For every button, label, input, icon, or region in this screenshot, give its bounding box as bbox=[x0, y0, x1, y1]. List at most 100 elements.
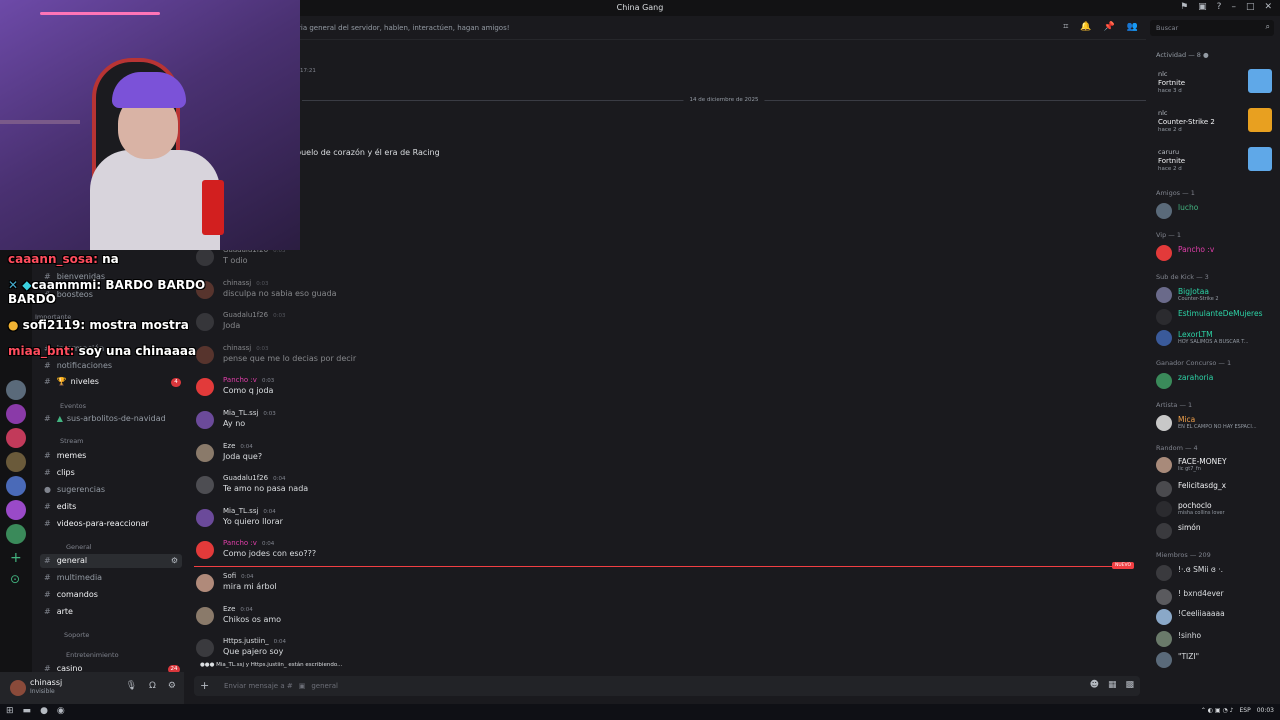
avatar[interactable] bbox=[1156, 245, 1172, 261]
avatar[interactable] bbox=[1156, 481, 1172, 497]
server-icon[interactable] bbox=[6, 380, 26, 400]
gear-icon[interactable]: ⚙ bbox=[168, 681, 176, 691]
bell-icon[interactable]: 🔔 bbox=[1080, 22, 1091, 32]
avatar[interactable] bbox=[1156, 415, 1172, 431]
message-item[interactable]: Guadalu1f26 0:03 T odio bbox=[194, 246, 1094, 276]
windows-icon[interactable]: ⊞ bbox=[6, 706, 14, 716]
avatar[interactable] bbox=[1156, 309, 1172, 325]
avatar[interactable] bbox=[1156, 330, 1172, 346]
avatar[interactable] bbox=[1156, 287, 1172, 303]
member-item[interactable]: EstimulanteDeMujeres bbox=[1154, 308, 1274, 326]
server-icon[interactable] bbox=[6, 452, 26, 472]
message-author[interactable]: Https.justiin_ 0:04 bbox=[223, 637, 286, 645]
avatar[interactable] bbox=[196, 508, 214, 527]
avatar[interactable] bbox=[1156, 652, 1172, 668]
server-icon[interactable] bbox=[6, 524, 26, 544]
search-input[interactable]: Buscar ⌕ bbox=[1150, 20, 1274, 36]
member-item[interactable]: LexorLTM HOY SALIMOS A BUSCAR T... bbox=[1154, 329, 1274, 347]
message-author[interactable]: Eze 0:04 bbox=[223, 605, 253, 613]
message-item[interactable]: Pancho :v 0:03 Como q joda bbox=[194, 376, 1094, 406]
avatar[interactable] bbox=[1156, 589, 1172, 605]
help-icon[interactable]: ? bbox=[1217, 2, 1222, 12]
discord-icon[interactable]: ◉ bbox=[57, 706, 65, 716]
headphones-icon[interactable]: Ω bbox=[149, 681, 156, 691]
add-server-icon[interactable]: + bbox=[10, 550, 22, 566]
settings-icon[interactable]: ⚙ bbox=[171, 556, 178, 565]
activity-card[interactable]: caruru Fortnite hace 2 d bbox=[1150, 146, 1274, 186]
add-attachment-icon[interactable]: + bbox=[200, 679, 209, 692]
pin-icon[interactable]: 📌 bbox=[1104, 22, 1115, 32]
channel-sus-arbolitos[interactable]: # ▲ sus-arbolitos-de-navidad bbox=[44, 414, 166, 423]
threads-icon[interactable]: ⌗ bbox=[1063, 22, 1068, 32]
channel-videos-para-reaccionar[interactable]: # videos-para-reaccionar bbox=[44, 519, 149, 528]
avatar[interactable] bbox=[1156, 523, 1172, 539]
avatar[interactable] bbox=[1156, 631, 1172, 647]
explore-icon[interactable]: ⊙ bbox=[10, 572, 22, 586]
channel-multimedia[interactable]: # multimedia bbox=[44, 573, 102, 582]
channel-arte[interactable]: # arte bbox=[44, 607, 73, 616]
avatar[interactable] bbox=[1156, 609, 1172, 625]
gift-icon[interactable]: ☻ bbox=[1090, 680, 1099, 690]
avatar[interactable] bbox=[196, 541, 214, 560]
avatar[interactable] bbox=[196, 639, 214, 658]
message-item[interactable]: Guadalu1f26 0:03 Joda bbox=[194, 311, 1094, 341]
message-item[interactable]: Mia_TL.ssj 0:03 Ay no bbox=[194, 409, 1094, 439]
channel-general[interactable]: # general ⚙ bbox=[40, 554, 182, 568]
channel-sugerencias[interactable]: ● sugerencias bbox=[44, 485, 105, 494]
server-icon[interactable] bbox=[6, 404, 26, 424]
message-item[interactable]: Eze 0:04 Joda que? bbox=[194, 442, 1094, 472]
server-icon[interactable] bbox=[6, 428, 26, 448]
member-item[interactable]: Mica EN EL CAMPO NO HAY ESPACI... bbox=[1154, 414, 1274, 432]
member-item[interactable]: ! bxnd4ever bbox=[1154, 588, 1274, 606]
member-item[interactable]: Pancho :v bbox=[1154, 244, 1274, 262]
member-item[interactable]: !·.ɞ SMii ɞ ·. bbox=[1154, 564, 1274, 582]
avatar[interactable] bbox=[10, 680, 26, 696]
message-author[interactable]: Pancho :v 0:04 bbox=[223, 539, 274, 547]
avatar[interactable] bbox=[196, 606, 214, 625]
message-author[interactable]: Eze 0:04 bbox=[223, 442, 253, 450]
message-composer[interactable]: + Enviar mensaje a # ▣ general ☻ ▦ ▩ bbox=[194, 676, 1140, 696]
category-eventos[interactable]: Eventos bbox=[60, 402, 86, 410]
folder-icon[interactable]: ▬ bbox=[23, 706, 32, 716]
member-item[interactable]: FACE-MONEY lic gt7_fn bbox=[1154, 456, 1274, 474]
category-soporte[interactable]: Soporte bbox=[64, 631, 89, 639]
member-item[interactable]: "TIZI" bbox=[1154, 651, 1274, 669]
avatar[interactable] bbox=[1156, 565, 1172, 581]
message-author[interactable]: Sofi 0:04 bbox=[223, 572, 254, 580]
inbox-icon[interactable]: ⚑ bbox=[1180, 2, 1188, 12]
message-author[interactable]: Mia_TL.ssj 0:03 bbox=[223, 409, 276, 417]
member-item[interactable]: BigJotaa Counter-Strike 2 bbox=[1154, 286, 1274, 304]
avatar[interactable] bbox=[196, 476, 214, 495]
member-item[interactable]: zarahoria bbox=[1154, 372, 1274, 390]
members-icon[interactable]: 👥 bbox=[1127, 22, 1138, 32]
channel-clips[interactable]: # clips bbox=[44, 468, 75, 477]
channel-comandos[interactable]: # comandos bbox=[44, 590, 98, 599]
message-item[interactable]: Pancho :v 0:04 Como jodes con eso??? bbox=[194, 539, 1094, 569]
maximize-icon[interactable]: □ bbox=[1246, 2, 1255, 12]
member-item[interactable]: Felicitasdg_x bbox=[1154, 480, 1274, 498]
microphone-icon[interactable]: 🎙 bbox=[126, 681, 137, 691]
message-item[interactable]: Guadalu1f26 0:04 Te amo no pasa nada bbox=[194, 474, 1094, 504]
member-item[interactable]: pochoclo misha collins lover bbox=[1154, 500, 1274, 518]
category-entretenimiento[interactable]: Entretenimiento bbox=[66, 651, 119, 659]
avatar[interactable] bbox=[1156, 203, 1172, 219]
server-icon[interactable] bbox=[6, 476, 26, 496]
message-item[interactable]: chinassj 0:03 pense que me lo decias por … bbox=[194, 344, 1094, 374]
message-item[interactable]: Sofi 0:04 mira mi árbol bbox=[194, 572, 1094, 602]
avatar[interactable] bbox=[1156, 457, 1172, 473]
member-item[interactable]: !Ceeliiaaaaa bbox=[1154, 608, 1274, 626]
message-item[interactable]: Mia_TL.ssj 0:04 Yo quiero llorar bbox=[194, 507, 1094, 537]
member-item[interactable]: simón bbox=[1154, 522, 1274, 540]
member-item[interactable]: lucho bbox=[1154, 202, 1274, 220]
message-author[interactable]: Pancho :v 0:03 bbox=[223, 376, 274, 384]
message-item[interactable]: chinassj 0:03 disculpa no sabia eso guada bbox=[194, 279, 1094, 309]
minimize-icon[interactable]: – bbox=[1231, 2, 1236, 12]
channel-memes[interactable]: # memes bbox=[44, 451, 86, 460]
sticker-icon[interactable]: ▦ bbox=[1108, 680, 1117, 690]
message-author[interactable]: Mia_TL.ssj 0:04 bbox=[223, 507, 276, 515]
avatar[interactable] bbox=[196, 411, 214, 429]
server-icon[interactable] bbox=[6, 500, 26, 520]
category-general[interactable]: General bbox=[66, 543, 92, 551]
category-stream[interactable]: Stream bbox=[60, 437, 84, 445]
avatar[interactable] bbox=[1156, 501, 1172, 517]
